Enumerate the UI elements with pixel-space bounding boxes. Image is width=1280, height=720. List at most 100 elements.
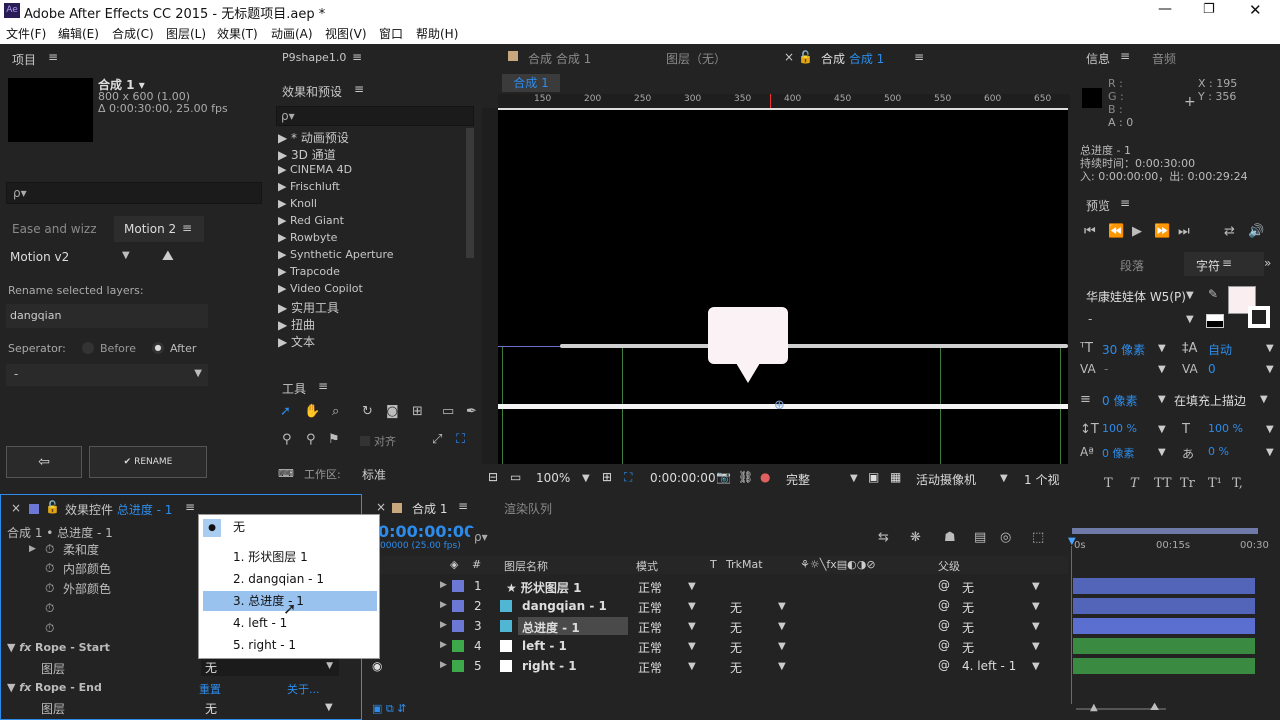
list-item[interactable]: ▶ Knoll [278, 197, 317, 210]
layer-label-color[interactable] [452, 600, 464, 612]
zoom-in-icon[interactable]: ⛰ [1150, 700, 1159, 714]
parent-pickwhip-icon[interactable]: @ [938, 658, 950, 672]
separator-select[interactable]: - ▼ [6, 364, 208, 386]
toggle-mask-icon[interactable]: ▣ [868, 470, 879, 484]
before-radio[interactable] [82, 342, 94, 354]
effects-scrollbar[interactable] [466, 128, 474, 258]
subscript-button[interactable]: T, [1232, 476, 1243, 490]
rename-input[interactable]: dangqian [6, 304, 208, 328]
tab-info[interactable]: 信息 [1086, 50, 1110, 67]
speech-bubble-shape[interactable] [708, 307, 788, 364]
comp-canvas[interactable]: ⊕ [498, 108, 1068, 464]
superscript-button[interactable]: T¹ [1208, 476, 1222, 490]
panel-menu-icon[interactable]: ≡ [185, 500, 195, 514]
tab-render-queue[interactable]: 渲染队列 [504, 500, 552, 517]
panel-menu-icon[interactable]: ≡ [182, 221, 192, 235]
layer-bar[interactable] [1073, 658, 1255, 674]
time-ruler[interactable]: 0s 00:15s 00:30 ▼ [1068, 526, 1269, 570]
menu-animation[interactable]: 动画(A) [271, 25, 313, 42]
vertical-scale-value[interactable]: 100 % [1102, 422, 1137, 435]
composition-mini-flowchart-icon[interactable]: ⇆ [878, 530, 889, 545]
panel-menu-icon[interactable]: ≡ [1222, 256, 1232, 270]
zoom-tool-icon[interactable]: ⌕ [332, 404, 339, 419]
draft-3d-icon[interactable]: ❋ [910, 530, 921, 545]
timeline-search-input[interactable]: ρ▾ [470, 528, 842, 548]
dropdown-item[interactable]: 5. right - 1 [203, 635, 377, 655]
zoom-thumb[interactable]: ▲ [1090, 702, 1098, 713]
shy-layers-icon[interactable]: ☗ [944, 530, 956, 545]
menu-view[interactable]: 视图(V) [325, 25, 367, 42]
work-area-bar[interactable] [1072, 528, 1258, 534]
panel-menu-icon[interactable]: ≡ [1120, 196, 1130, 210]
panel-menu-icon[interactable]: ≡ [352, 50, 362, 64]
lock-icon[interactable]: 🔓 [45, 500, 60, 514]
hand-tool-icon[interactable]: ✋ [304, 404, 320, 419]
tab-effect-controls[interactable]: 效果控件 总进度 - 1 [65, 501, 172, 518]
panel-menu-icon[interactable]: ≡ [458, 499, 468, 513]
layer-label-color[interactable] [452, 620, 464, 632]
layer-bar[interactable] [1073, 578, 1255, 594]
current-time-indicator[interactable] [1071, 546, 1072, 704]
tracking-value[interactable]: 0 [1208, 362, 1216, 376]
anchor-point-icon[interactable]: ⊕ [774, 398, 785, 413]
stopwatch-icon[interactable]: ⏱ [45, 581, 54, 596]
viewer-time[interactable]: 0:00:00:00 [650, 471, 716, 485]
menu-window[interactable]: 窗口 [379, 25, 403, 42]
comp-breadcrumb[interactable]: 合成 1 [502, 74, 560, 92]
dropdown-item[interactable]: 1. 形状图层 1 [203, 547, 377, 567]
audio-icon[interactable]: 🔊 [1248, 224, 1264, 239]
list-item[interactable]: ▶ Frischluft [278, 180, 340, 193]
list-item[interactable]: ▶ Synthetic Aperture [278, 248, 394, 261]
baseline-value[interactable]: 0 像素 [1102, 445, 1135, 461]
parent-pickwhip-icon[interactable]: @ [938, 638, 950, 652]
reset-link[interactable]: 重置 [199, 681, 221, 697]
pan-behind-tool-icon[interactable]: ⊞ [412, 404, 423, 419]
list-item[interactable]: ▶ Trapcode [278, 265, 340, 278]
grid-icon[interactable]: ▦ [890, 470, 901, 484]
table-row[interactable]: ◉ ▶ 5 right - 1 正常 ▼ 无 ▼ @ 4. left - 1 ▼ [366, 656, 1066, 676]
puppet-pin-icon[interactable]: ⚲ [282, 432, 292, 447]
table-row[interactable]: ▶ 4 left - 1 正常 ▼ 无 ▼ @ 无 ▼ [366, 636, 1066, 656]
tab-ease-and-wizz[interactable]: Ease and wizz [12, 222, 97, 236]
close-icon[interactable]: × [11, 501, 21, 515]
close-window-icon[interactable]: ✕ [1249, 1, 1262, 19]
puppet-starch-icon[interactable]: ⚑ [328, 432, 340, 447]
pen-tool-icon[interactable]: ✒ [466, 404, 477, 419]
rope-start-layer-select[interactable]: 无 ▼ [201, 658, 339, 676]
list-item[interactable]: ▶ 扭曲 [278, 316, 315, 333]
mountains-icon[interactable]: ⛰ [162, 248, 174, 264]
panel-menu-icon[interactable]: ≡ [48, 50, 58, 64]
table-row[interactable]: ▶ 2 dangqian - 1 正常 ▼ 无 ▼ @ 无 ▼ [366, 596, 1066, 616]
motion-version-select[interactable]: Motion v2 [10, 250, 69, 264]
tab-layer-none[interactable]: 图层（无） [666, 50, 726, 67]
horizontal-scale-value[interactable]: 100 % [1208, 422, 1243, 435]
tab-character[interactable]: 字符 [1196, 257, 1220, 274]
parent-pickwhip-icon[interactable]: @ [938, 578, 950, 592]
eyedropper-icon[interactable]: ✎ [1208, 287, 1218, 301]
effects-search-input[interactable]: ρ▾ [276, 106, 474, 126]
list-item[interactable]: ▶ * 动画预设 [278, 129, 349, 146]
rectangle-tool-icon[interactable]: ▭ [442, 404, 454, 419]
tab-audio[interactable]: 音频 [1152, 50, 1176, 67]
menu-file[interactable]: 文件(F) [6, 25, 46, 42]
layer-label-color[interactable] [452, 640, 464, 652]
loop-icon[interactable]: ⇄ [1224, 224, 1235, 239]
font-size-value[interactable]: 30 像素 [1102, 341, 1145, 358]
toggle-switches-icon[interactable]: ▣ ⧉ ⇵ [372, 702, 406, 716]
last-frame-icon[interactable]: ⏭ [1178, 224, 1190, 239]
expand-icon[interactable]: ⤢ [432, 432, 442, 447]
progress-bar-shape[interactable] [560, 344, 1068, 348]
stopwatch-icon[interactable]: ⏱ [45, 621, 54, 636]
panel-menu-icon[interactable]: ≡ [914, 50, 924, 64]
graph-editor-icon[interactable]: ⬚ [1032, 530, 1044, 545]
project-tab[interactable]: 项目 [12, 51, 36, 68]
list-item[interactable]: ▶ 实用工具 [278, 299, 339, 316]
timeline-timecode[interactable]: 0:00:00:00 [378, 522, 475, 541]
transparency-icon[interactable]: ⛶ [624, 470, 632, 485]
tab-motion-2[interactable]: Motion 2 [124, 222, 176, 236]
table-row-selected[interactable]: ▶ 3 总进度 - 1 正常 ▼ 无 ▼ @ 无 ▼ [366, 616, 1066, 636]
faux-bold-button[interactable]: T [1104, 476, 1113, 490]
play-icon[interactable]: ▶ [1132, 224, 1142, 239]
font-style-select[interactable]: - [1088, 312, 1092, 326]
close-icon[interactable]: × [784, 50, 794, 64]
